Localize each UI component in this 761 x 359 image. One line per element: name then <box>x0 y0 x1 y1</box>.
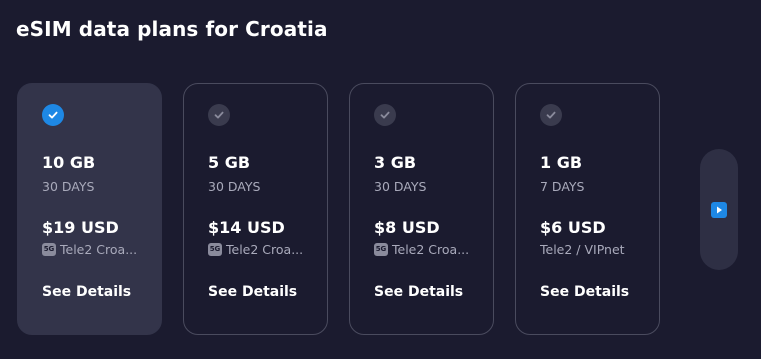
page-title: eSIM data plans for Croatia <box>16 17 328 41</box>
5g-badge-icon: 5G <box>374 242 388 256</box>
5g-badge-icon: 5G <box>42 242 56 256</box>
check-circle-icon <box>42 104 64 126</box>
plan-duration: 30 DAYS <box>374 179 427 194</box>
see-details-link[interactable]: See Details <box>540 284 629 300</box>
plan-carrier: 5G Tele2 Croa... <box>374 241 469 257</box>
plan-duration: 30 DAYS <box>42 179 95 194</box>
plan-card-5gb[interactable]: 5 GB 30 DAYS $14 USD 5G Tele2 Croa... Se… <box>183 83 328 335</box>
see-details-link[interactable]: See Details <box>208 284 297 300</box>
plan-duration: 30 DAYS <box>208 179 261 194</box>
plan-carrier: 5G Tele2 Croa... <box>208 241 303 257</box>
plan-carrier: Tele2 / VIPnet <box>540 241 625 257</box>
plan-price: $8 USD <box>374 218 440 237</box>
plan-card-3gb[interactable]: 3 GB 30 DAYS $8 USD 5G Tele2 Croa... See… <box>349 83 494 335</box>
plan-carrier-label: Tele2 Croa... <box>392 241 470 257</box>
next-plans-button[interactable] <box>700 149 738 270</box>
plan-data-size: 1 GB <box>540 153 583 172</box>
plan-carrier-label: Tele2 Croa... <box>60 241 138 257</box>
5g-badge-icon: 5G <box>208 242 222 256</box>
see-details-link[interactable]: See Details <box>374 284 463 300</box>
esim-plans-page: eSIM data plans for Croatia 10 GB 30 DAY… <box>0 0 761 359</box>
plan-data-size: 5 GB <box>208 153 251 172</box>
plan-data-size: 10 GB <box>42 153 96 172</box>
plan-price: $14 USD <box>208 218 285 237</box>
plan-card-1gb[interactable]: 1 GB 7 DAYS $6 USD Tele2 / VIPnet See De… <box>515 83 660 335</box>
plan-price: $6 USD <box>540 218 606 237</box>
see-details-link[interactable]: See Details <box>42 284 131 300</box>
plan-carrier-label: Tele2 / VIPnet <box>540 241 625 257</box>
check-circle-icon <box>374 104 396 126</box>
plan-duration: 7 DAYS <box>540 179 585 194</box>
plan-data-size: 3 GB <box>374 153 417 172</box>
plan-carrier-label: Tele2 Croa... <box>226 241 304 257</box>
check-circle-icon <box>208 104 230 126</box>
check-circle-icon <box>540 104 562 126</box>
plan-card-10gb[interactable]: 10 GB 30 DAYS $19 USD 5G Tele2 Croa... S… <box>17 83 162 335</box>
plan-price: $19 USD <box>42 218 119 237</box>
plan-carrier: 5G Tele2 Croa... <box>42 241 137 257</box>
next-arrow-icon <box>711 201 727 218</box>
